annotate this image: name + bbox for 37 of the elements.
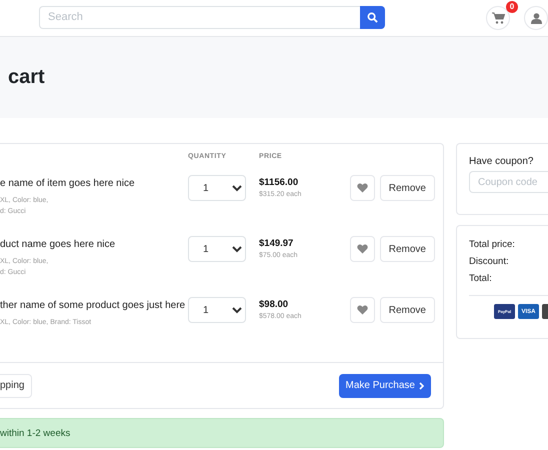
user-icon (530, 12, 542, 24)
favorite-button[interactable] (350, 236, 375, 262)
favorite-button[interactable] (350, 175, 375, 201)
heart-icon (356, 183, 368, 193)
delivery-alert: within 1-2 weeks (0, 418, 444, 448)
cart-button[interactable] (486, 6, 510, 30)
heart-icon (356, 305, 368, 315)
total-label: Total price: (469, 238, 516, 252)
product-name: ther name of some product goes just here (0, 300, 186, 311)
search-field[interactable]: Search (39, 6, 360, 28)
make-purchase-button[interactable]: Make Purchase (338, 374, 431, 398)
search-button[interactable] (360, 6, 385, 28)
chevron-right-icon (419, 382, 424, 390)
quantity-select[interactable]: 1 (188, 236, 246, 262)
continue-shopping-button[interactable]: pping (0, 374, 32, 398)
page-title: cart (8, 66, 45, 89)
remove-button[interactable]: Remove (380, 297, 435, 323)
heart-icon (356, 244, 368, 254)
product-name: e name of item goes here nice (0, 178, 136, 189)
remove-button[interactable]: Remove (380, 236, 435, 262)
product-name: duct name goes here nice (0, 239, 116, 250)
total-label: Total: (469, 272, 493, 286)
user-button[interactable] (524, 6, 548, 30)
item-price: $98.00 (259, 299, 290, 310)
item-price: $149.97 (259, 238, 294, 249)
card-logo (542, 304, 548, 319)
coupon-label: Have coupon? (469, 156, 534, 167)
favorite-button[interactable] (350, 297, 375, 323)
cart-count-badge: 0 (506, 1, 518, 13)
item-price: $1156.00 (259, 177, 300, 188)
search-icon (367, 12, 378, 22)
quantity-select[interactable]: 1 (188, 297, 246, 323)
cart-icon (492, 12, 504, 24)
quantity-select[interactable]: 1 (188, 175, 246, 201)
remove-button[interactable]: Remove (380, 175, 435, 201)
coupon-code-field[interactable]: Coupon code (469, 171, 548, 193)
total-label: Discount: (469, 255, 510, 269)
